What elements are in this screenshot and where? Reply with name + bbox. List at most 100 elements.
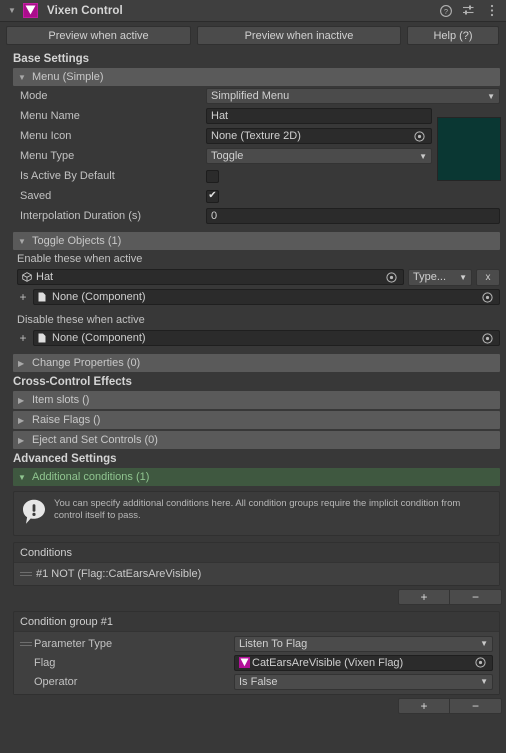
drag-handle-icon[interactable] — [20, 641, 32, 646]
change-properties-foldout-label: Change Properties (0) — [32, 357, 141, 369]
cross-control-effects-label: Cross-Control Effects — [13, 376, 132, 388]
item-slots-foldout[interactable]: ▶ Item slots () — [13, 391, 500, 409]
component-title: Vixen Control — [47, 4, 123, 17]
flag-object-field[interactable]: CatEarsAreVisible (Vixen Flag) — [234, 654, 493, 671]
label-menu-type: Menu Type — [20, 150, 75, 162]
row-menu-name: Menu Name Hat — [0, 106, 506, 126]
row-parameter-type: Parameter Type Listen To Flag ▼ — [14, 634, 499, 653]
row-interpolation-duration: Interpolation Duration (s) 0 — [0, 206, 506, 226]
condition-list-item[interactable]: #1 NOT (Flag::CatEarsAreVisible) — [14, 563, 499, 585]
object-picker-icon[interactable] — [384, 270, 399, 284]
gameobject-icon — [22, 272, 33, 282]
parameter-type-value: Listen To Flag — [239, 637, 308, 650]
label-saved: Saved — [20, 190, 52, 202]
enable-type-dropdown[interactable]: Type... ▼ — [408, 268, 472, 286]
enable-object-value: Hat — [36, 271, 54, 283]
chevron-down-icon: ▼ — [480, 639, 488, 648]
help-icon[interactable]: ? — [439, 4, 452, 17]
add-enable-entry-button[interactable]: + — [17, 290, 29, 304]
conditions-add-button[interactable]: + — [398, 589, 450, 605]
row-flag: Flag CatEarsAreVisible (Vixen Flag) — [14, 653, 499, 672]
change-properties-foldout[interactable]: ▶ Change Properties (0) — [13, 354, 500, 372]
chevron-down-icon: ▼ — [419, 151, 427, 161]
row-is-active-by-default: Is Active By Default — [0, 166, 506, 186]
help-button[interactable]: Help (?) — [407, 26, 499, 45]
menu-simple-foldout[interactable]: ▼ Menu (Simple) — [13, 68, 500, 86]
additional-conditions-help-text: You can specify additional conditions he… — [54, 498, 461, 521]
condition-group-add-button[interactable]: + — [398, 698, 450, 714]
foldout-collapsed-icon: ▶ — [18, 395, 25, 405]
preview-when-active-button[interactable]: Preview when active — [6, 26, 191, 45]
enable-component-field[interactable]: None (Component) — [33, 289, 500, 305]
menu-type-dropdown[interactable]: Toggle ▼ — [206, 148, 432, 164]
eject-set-controls-foldout-label: Eject and Set Controls (0) — [32, 434, 158, 446]
flag-value: CatEarsAreVisible (Vixen Flag) — [252, 656, 404, 669]
row-mode: Mode Simplified Menu ▼ — [0, 86, 506, 106]
label-interpolation-duration: Interpolation Duration (s) — [20, 210, 142, 222]
saved-checkbox[interactable]: ✔ — [206, 189, 219, 203]
row-menu-type: Menu Type Toggle ▼ — [0, 146, 506, 166]
enable-component-row: + None (Component) — [0, 287, 506, 307]
menu-icon-object-field[interactable]: None (Texture 2D) — [206, 128, 432, 144]
label-flag: Flag — [34, 656, 56, 669]
preset-icon[interactable] — [462, 4, 475, 17]
operator-dropdown[interactable]: Is False ▼ — [234, 673, 493, 690]
add-disable-entry-button[interactable]: + — [17, 331, 29, 345]
condition-group-title: Condition group #1 — [20, 615, 113, 628]
condition-group-remove-button[interactable]: − — [450, 698, 502, 714]
row-saved: Saved ✔ — [0, 186, 506, 206]
enable-object-field[interactable]: Hat — [17, 269, 404, 285]
is-active-by-default-checkbox[interactable] — [206, 169, 219, 183]
raise-flags-foldout[interactable]: ▶ Raise Flags () — [13, 411, 500, 429]
parameter-type-dropdown[interactable]: Listen To Flag ▼ — [234, 635, 493, 652]
disable-component-field[interactable]: None (Component) — [33, 330, 500, 346]
component-icon — [38, 333, 49, 343]
enable-remove-button[interactable]: x — [476, 268, 500, 286]
object-picker-icon[interactable] — [412, 129, 427, 143]
component-header: ▼ Vixen Control ? — [0, 0, 506, 22]
condition-list-item-label: #1 NOT (Flag::CatEarsAreVisible) — [36, 568, 202, 580]
object-picker-icon[interactable] — [480, 331, 495, 345]
vixen-flag-icon — [239, 657, 250, 668]
enable-component-value: None (Component) — [52, 291, 146, 303]
component-icon — [38, 292, 49, 302]
mode-value: Simplified Menu — [211, 90, 290, 102]
menu-name-value: Hat — [211, 110, 229, 122]
conditions-panel-title: Conditions — [20, 546, 72, 559]
interpolation-duration-value: 0 — [211, 210, 218, 222]
disable-when-active-label: Disable these when active — [17, 314, 145, 326]
conditions-list: #1 NOT (Flag::CatEarsAreVisible) — [14, 562, 499, 585]
menu-name-input[interactable]: Hat — [206, 108, 432, 124]
toggle-objects-foldout[interactable]: ▼ Toggle Objects (1) — [13, 232, 500, 250]
foldout-collapsed-icon: ▶ — [18, 415, 25, 425]
interpolation-duration-input[interactable]: 0 — [206, 208, 500, 224]
label-menu-name: Menu Name — [20, 110, 80, 122]
row-menu-icon: Menu Icon None (Texture 2D) — [0, 126, 506, 146]
more-menu-icon[interactable] — [485, 4, 498, 17]
conditions-remove-button[interactable]: − — [450, 589, 502, 605]
component-foldout-arrow[interactable]: ▼ — [6, 5, 18, 17]
toggle-objects-foldout-label: Toggle Objects (1) — [32, 235, 122, 247]
info-bubble-icon — [22, 499, 46, 528]
additional-conditions-foldout[interactable]: ▼ Additional conditions (1) — [13, 468, 500, 486]
row-operator: Operator Is False ▼ — [14, 672, 499, 691]
object-picker-icon[interactable] — [473, 656, 488, 670]
drag-handle-icon[interactable] — [20, 572, 32, 576]
label-mode: Mode — [20, 90, 48, 102]
inspector-content: Base Settings ▼ Menu (Simple) Mode Simpl… — [0, 49, 506, 717]
conditions-panel: Conditions #1 NOT (Flag::CatEarsAreVisib… — [13, 542, 500, 586]
foldout-collapsed-icon: ▶ — [18, 358, 25, 368]
enable-type-label: Type... — [413, 271, 447, 283]
mode-dropdown[interactable]: Simplified Menu ▼ — [206, 88, 500, 104]
preview-when-inactive-button[interactable]: Preview when inactive — [197, 26, 401, 45]
object-picker-icon[interactable] — [480, 290, 495, 304]
item-slots-foldout-label: Item slots () — [32, 394, 90, 406]
foldout-collapsed-icon: ▶ — [18, 435, 25, 445]
condition-group-panel: Condition group #1 Parameter Type Listen… — [13, 611, 500, 695]
label-parameter-type: Parameter Type — [34, 637, 113, 650]
advanced-settings-label: Advanced Settings — [13, 453, 117, 465]
foldout-expanded-icon: ▼ — [18, 236, 26, 246]
menu-icon-preview-swatch — [437, 117, 501, 181]
eject-set-controls-foldout[interactable]: ▶ Eject and Set Controls (0) — [13, 431, 500, 449]
chevron-down-icon: ▼ — [487, 91, 495, 101]
